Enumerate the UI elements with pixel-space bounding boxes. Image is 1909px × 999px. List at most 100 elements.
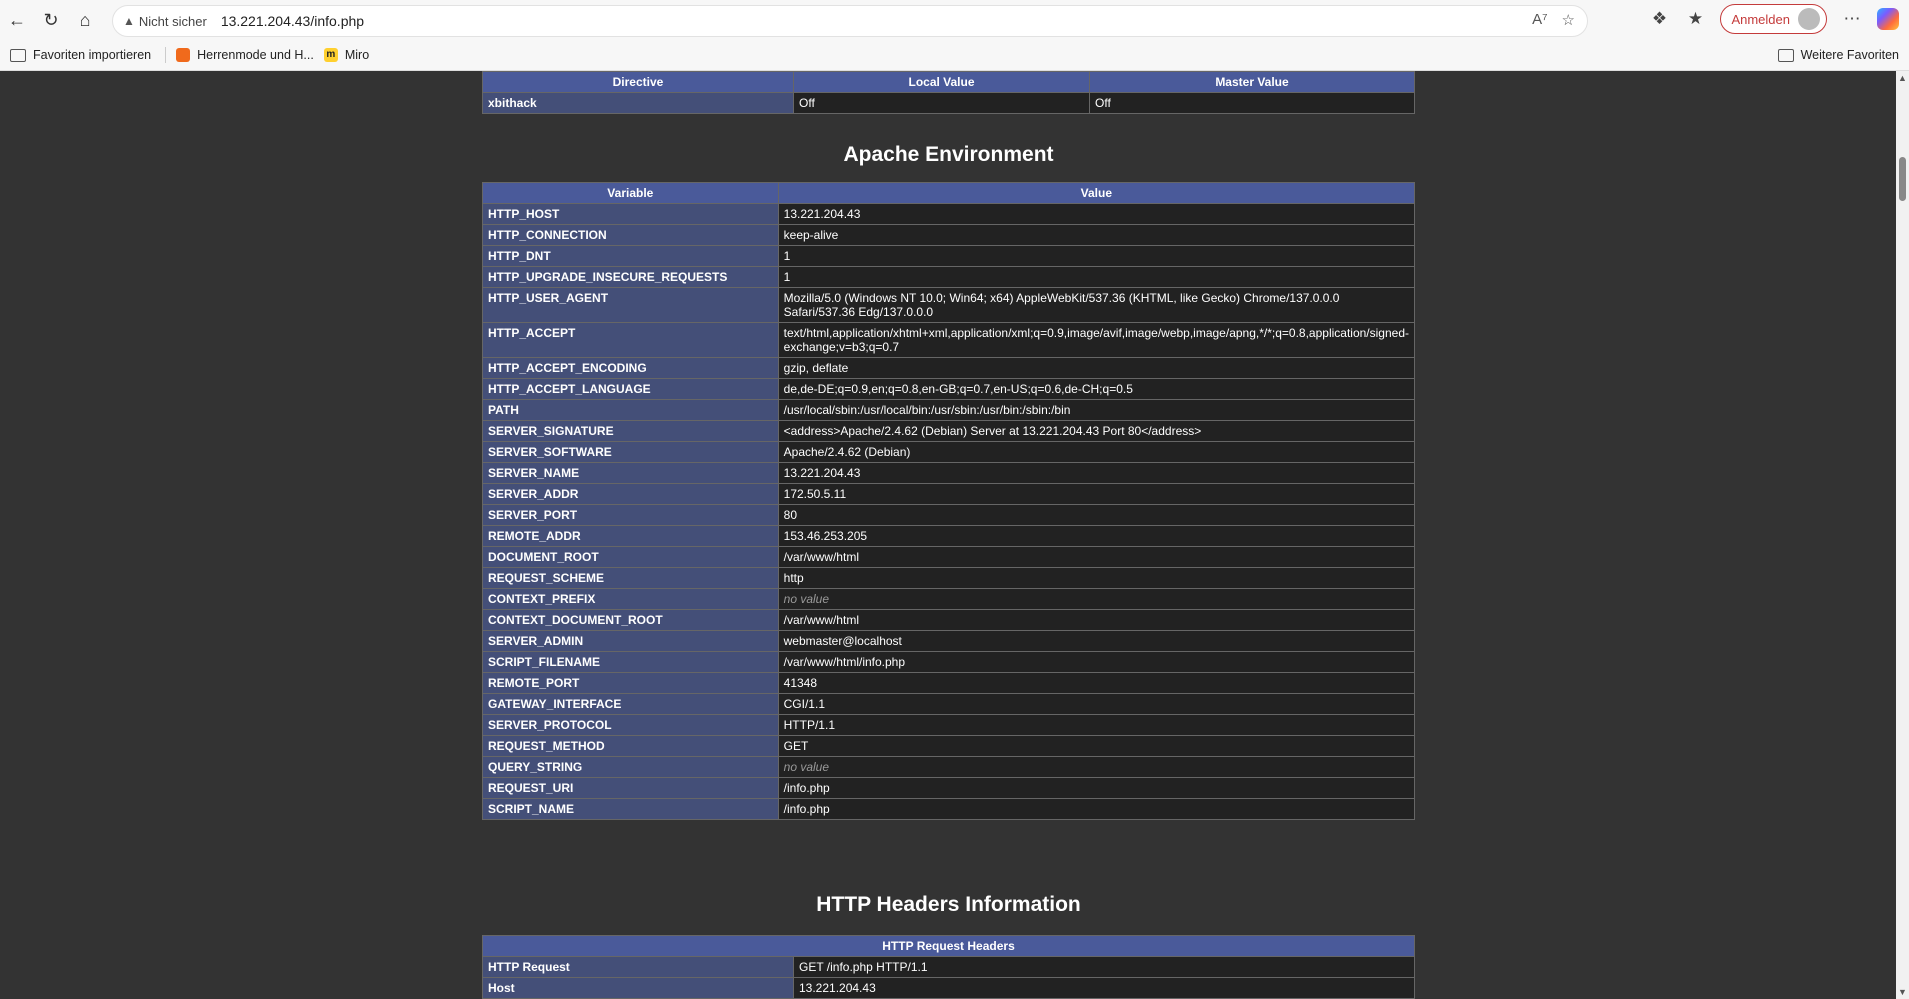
variable-value: /var/www/html: [777, 609, 1416, 631]
table-row: HTTP_ACCEPT_ENCODING gzip, deflate: [482, 357, 1416, 379]
variable-name: PATH: [482, 399, 779, 421]
more-menu-icon[interactable]: ⋯: [1841, 9, 1863, 29]
table-row: CONTEXT_DOCUMENT_ROOT/var/www/html: [482, 609, 1416, 631]
import-icon: [10, 48, 26, 62]
variable-value: 1: [777, 266, 1416, 288]
browser-toolbar: ← ↻ ⌂ ▲ Nicht sicher 13.221.204.43/info.…: [0, 0, 1909, 40]
favorite-herrenmode[interactable]: Herrenmode und H...: [176, 48, 314, 62]
variable-value: HTTP/1.1: [777, 714, 1416, 736]
table-row: REQUEST_SCHEME http: [482, 567, 1416, 589]
favorite-import[interactable]: Favoriten importieren: [10, 48, 151, 62]
variable-value: 80: [777, 504, 1416, 526]
variable-name: SERVER_SIGNATURE: [482, 420, 779, 442]
variable-value: GET /info.php HTTP/1.1: [793, 956, 1415, 978]
apache-environment-section: Apache Environment: [482, 143, 1415, 167]
back-icon[interactable]: ←: [0, 3, 34, 37]
variable-value: 13.221.204.43: [777, 462, 1416, 484]
address-bar[interactable]: ▲ Nicht sicher 13.221.204.43/info.php A⁷…: [112, 5, 1588, 37]
variable-value: 13.221.204.43: [793, 977, 1415, 999]
table-row: DOCUMENT_ROOT/var/www/html: [482, 546, 1416, 568]
variable-value: /info.php: [777, 777, 1416, 799]
apache-environment-table-wrap: Variable Value HTTP_HOST 13.221.204.43 HTT…: [482, 182, 1416, 820]
favorite-label: Favoriten importieren: [33, 48, 152, 62]
favorites-bar: Favoriten importieren Herrenmode und H..…: [0, 40, 1909, 71]
scroll-up-icon[interactable]: ▲: [1898, 73, 1907, 83]
variable-name: SERVER_PORT: [482, 504, 779, 526]
header-directive: Directive: [482, 71, 794, 93]
table-row: QUERY_STRING no value: [482, 756, 1416, 778]
variable-value: Mozilla/5.0 (Windows NT 10.0; Win64; x64…: [777, 287, 1416, 323]
variable-name: REQUEST_METHOD: [482, 735, 779, 757]
page-viewport: Directive Local Value Master Value xbith…: [0, 71, 1896, 999]
site-icon: [176, 48, 191, 62]
variable-value: 13.221.204.43: [777, 203, 1416, 225]
variable-name: SERVER_SOFTWARE: [482, 441, 779, 463]
variable-name: SERVER_ADDR: [482, 483, 779, 505]
table-row: xbithack Off Off: [482, 92, 1415, 114]
scroll-thumb[interactable]: [1899, 157, 1906, 201]
security-label[interactable]: Nicht sicher: [139, 14, 207, 29]
variable-name: SERVER_PROTOCOL: [482, 714, 779, 736]
signin-label: Anmelden: [1731, 11, 1790, 27]
table-row: HTTP_ACCEPT_LANGUAGE de,de-DE;q=0.9,en;q=…: [482, 378, 1416, 400]
variable-value: de,de-DE;q=0.9,en;q=0.8,en-GB;q=0.7,en-U…: [777, 378, 1416, 400]
variable-value: /var/www/html/info.php: [777, 651, 1416, 673]
variable-value: /info.php: [777, 798, 1416, 820]
header-master-value: Master Value: [1089, 71, 1415, 93]
home-icon[interactable]: ⌂: [68, 3, 102, 37]
table-row: SERVER_SOFTWARE Apache/2.4.62 (Debian): [482, 441, 1416, 463]
table-header-row: Directive Local Value Master Value: [482, 71, 1415, 93]
table-row: SERVER_ADMIN webmaster@localhost: [482, 630, 1416, 652]
table-row: SERVER_NAME 13.221.204.43: [482, 462, 1416, 484]
favorite-more[interactable]: Weitere Favoriten: [1777, 48, 1899, 62]
variable-value: http: [777, 567, 1416, 589]
avatar: [1798, 8, 1820, 30]
table-row: Host 13.221.204.43: [482, 977, 1415, 999]
copilot-icon[interactable]: [1877, 8, 1899, 30]
section-title: HTTP Headers Information: [816, 893, 1081, 916]
variable-name: REMOTE_ADDR: [482, 525, 779, 547]
reload-icon[interactable]: ↻: [34, 3, 68, 37]
variable-name: CONTEXT_DOCUMENT_ROOT: [482, 609, 779, 631]
apache-environment-table: Variable Value HTTP_HOST 13.221.204.43 HTT…: [482, 182, 1416, 820]
favorites-icon[interactable]: ★: [1684, 9, 1706, 29]
variable-value: text/html,application/xhtml+xml,applicat…: [777, 322, 1416, 358]
read-aloud-icon[interactable]: A⁷: [1532, 11, 1547, 29]
variable-name: Host: [482, 977, 794, 999]
http-headers-table: HTTP Request Headers HTTP Request GET /in…: [482, 935, 1415, 999]
table-row: REMOTE_ADDR 153.46.253.205: [482, 525, 1416, 547]
variable-name: SERVER_ADMIN: [482, 630, 779, 652]
variable-name: HTTP_ACCEPT_LANGUAGE: [482, 378, 779, 400]
variable-value: 153.46.253.205: [777, 525, 1416, 547]
favorite-label: Miro: [344, 48, 370, 62]
variable-value: 172.50.5.11: [777, 483, 1416, 505]
scroll-down-icon[interactable]: ▼: [1898, 987, 1907, 997]
table-row: HTTP_UPGRADE_INSECURE_REQUESTS 1: [482, 266, 1416, 288]
warning-icon: ▲: [123, 14, 135, 28]
variable-name: SERVER_NAME: [482, 462, 779, 484]
favorite-miro[interactable]: m Miro: [323, 48, 370, 62]
table-row: REMOTE_PORT 41348: [482, 672, 1416, 694]
vertical-scrollbar[interactable]: ▲ ▼: [1896, 71, 1909, 999]
variable-name: HTTP_HOST: [482, 203, 779, 225]
table-row: SCRIPT_NAME/info.php: [482, 798, 1416, 820]
divider: [165, 47, 167, 63]
extensions-icon[interactable]: ❖: [1648, 9, 1670, 29]
variable-name: DOCUMENT_ROOT: [482, 546, 779, 568]
header-local-value: Local Value: [793, 71, 1090, 93]
directive-name: xbithack: [482, 92, 794, 114]
url-text[interactable]: 13.221.204.43/info.php: [221, 13, 364, 29]
table-row: SERVER_SIGNATURE <address>Apache/2.4.62 (…: [482, 420, 1416, 442]
variable-name: HTTP Request: [482, 956, 794, 978]
variable-value: keep-alive: [777, 224, 1416, 246]
variable-name: QUERY_STRING: [482, 756, 779, 778]
table-row: HTTP_ACCEPT text/html,application/xhtml+x…: [482, 322, 1416, 358]
variable-name: REMOTE_PORT: [482, 672, 779, 694]
variable-name: SCRIPT_NAME: [482, 798, 779, 820]
signin-button[interactable]: Anmelden: [1720, 4, 1827, 34]
table-row: HTTP_CONNECTION keep-alive: [482, 224, 1416, 246]
add-favorite-icon[interactable]: ☆: [1562, 11, 1575, 29]
table-row: HTTP_HOST 13.221.204.43: [482, 203, 1416, 225]
variable-value: no value: [777, 756, 1416, 778]
favorite-label: Herrenmode und H...: [197, 48, 314, 62]
